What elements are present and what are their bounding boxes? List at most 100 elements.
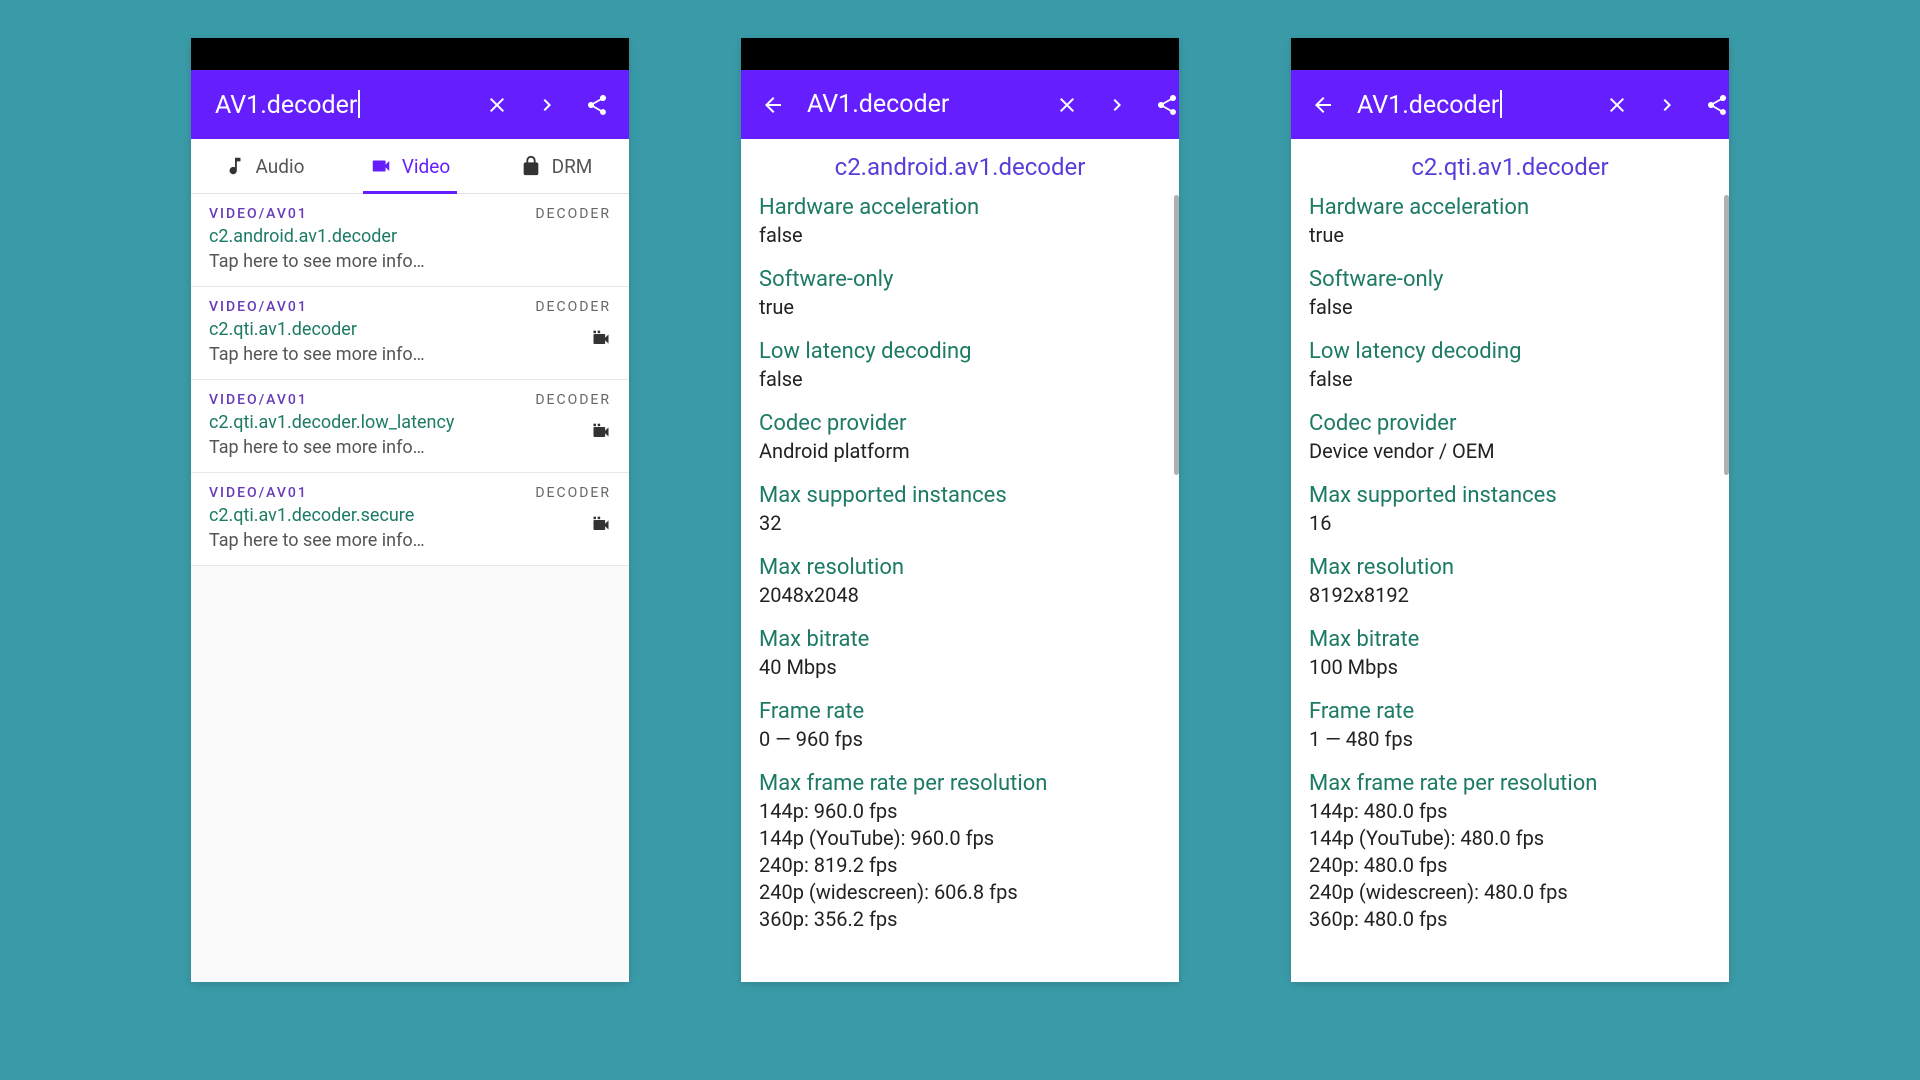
- search-input[interactable]: AV1.decoder: [203, 90, 467, 120]
- property-row: Codec providerDevice vendor / OEM: [1309, 411, 1711, 465]
- share-icon[interactable]: [1147, 85, 1179, 125]
- property-key: Max frame rate per resolution: [1309, 771, 1711, 796]
- property-row: Hardware accelerationfalse: [759, 195, 1161, 249]
- property-list[interactable]: Hardware accelerationfalseSoftware-onlyt…: [741, 195, 1179, 951]
- property-key: Low latency decoding: [1309, 339, 1711, 364]
- back-icon[interactable]: [1303, 85, 1343, 125]
- share-icon[interactable]: [1697, 85, 1729, 125]
- property-value: 40 Mbps: [759, 654, 1161, 681]
- app-bar: AV1.decoder: [741, 70, 1179, 139]
- property-key: Max resolution: [759, 555, 1161, 580]
- property-value: Android platform: [759, 438, 1161, 465]
- property-key: Codec provider: [1309, 411, 1711, 436]
- music-note-icon: [224, 155, 246, 177]
- property-key: Low latency decoding: [759, 339, 1161, 364]
- property-value: 1 — 480 fps: [1309, 726, 1711, 753]
- property-row: Frame rate1 — 480 fps: [1309, 699, 1711, 753]
- clear-icon[interactable]: [1047, 85, 1087, 125]
- property-row: Max supported instances32: [759, 483, 1161, 537]
- property-value: 144p: 960.0 fps 144p (YouTube): 960.0 fp…: [759, 798, 1161, 933]
- codec-badge: DECODER: [535, 206, 611, 222]
- codec-row[interactable]: VIDEO/AV01DECODERc2.qti.av1.decoderTap h…: [191, 287, 629, 380]
- scrollbar-thumb[interactable]: [1724, 195, 1729, 475]
- property-key: Max frame rate per resolution: [759, 771, 1161, 796]
- property-key: Max supported instances: [759, 483, 1161, 508]
- videocam-icon: [370, 155, 392, 177]
- tab-audio[interactable]: Audio: [191, 139, 337, 193]
- tab-audio-label: Audio: [256, 155, 305, 178]
- back-icon[interactable]: [753, 85, 793, 125]
- codec-name: c2.qti.av1.decoder: [209, 319, 611, 340]
- property-list[interactable]: Hardware accelerationtrueSoftware-onlyfa…: [1291, 195, 1729, 951]
- codec-name: c2.android.av1.decoder: [209, 226, 611, 247]
- property-value: true: [1309, 222, 1711, 249]
- property-value: 16: [1309, 510, 1711, 537]
- property-row: Software-onlytrue: [759, 267, 1161, 321]
- codec-name: c2.qti.av1.decoder.secure: [209, 505, 611, 526]
- property-row: Hardware accelerationtrue: [1309, 195, 1711, 249]
- property-row: Frame rate0 — 960 fps: [759, 699, 1161, 753]
- property-key: Software-only: [759, 267, 1161, 292]
- property-value: true: [759, 294, 1161, 321]
- hardware-icon: [591, 422, 611, 442]
- property-row: Max frame rate per resolution144p: 480.0…: [1309, 771, 1711, 933]
- phone-detail-qti: AV1.decoder c2.qti.av1.decoder Hardware …: [1291, 38, 1729, 982]
- status-bar: [1291, 38, 1729, 70]
- codec-row[interactable]: VIDEO/AV01DECODERc2.qti.av1.decoder.secu…: [191, 473, 629, 566]
- property-row: Max bitrate100 Mbps: [1309, 627, 1711, 681]
- codec-title: c2.android.av1.decoder: [741, 139, 1179, 195]
- property-key: Codec provider: [759, 411, 1161, 436]
- property-row: Max resolution2048x2048: [759, 555, 1161, 609]
- property-value: false: [759, 222, 1161, 249]
- codec-list[interactable]: VIDEO/AV01DECODERc2.android.av1.decoderT…: [191, 194, 629, 982]
- property-key: Max bitrate: [1309, 627, 1711, 652]
- property-key: Frame rate: [1309, 699, 1711, 724]
- property-row: Low latency decodingfalse: [759, 339, 1161, 393]
- share-icon[interactable]: [577, 85, 617, 125]
- hardware-icon: [591, 515, 611, 535]
- property-key: Software-only: [1309, 267, 1711, 292]
- tab-video-label: Video: [402, 155, 450, 178]
- clear-icon[interactable]: [477, 85, 517, 125]
- tab-drm-label: DRM: [552, 155, 593, 178]
- property-value: 32: [759, 510, 1161, 537]
- next-result-icon[interactable]: [527, 85, 567, 125]
- property-value: 0 — 960 fps: [759, 726, 1161, 753]
- codec-badge: DECODER: [535, 392, 611, 408]
- property-row: Max bitrate40 Mbps: [759, 627, 1161, 681]
- search-input[interactable]: AV1.decoder: [1353, 90, 1587, 120]
- codec-row[interactable]: VIDEO/AV01DECODERc2.qti.av1.decoder.low_…: [191, 380, 629, 473]
- property-value: Device vendor / OEM: [1309, 438, 1711, 465]
- property-value: false: [759, 366, 1161, 393]
- codec-badge: DECODER: [535, 299, 611, 315]
- codec-row[interactable]: VIDEO/AV01DECODERc2.android.av1.decoderT…: [191, 194, 629, 287]
- next-result-icon[interactable]: [1097, 85, 1137, 125]
- codec-badge: DECODER: [535, 485, 611, 501]
- phone-detail-android: AV1.decoder c2.android.av1.decoder Hardw…: [741, 38, 1179, 982]
- property-value: false: [1309, 366, 1711, 393]
- hardware-icon: [591, 329, 611, 349]
- codec-hint: Tap here to see more info…: [209, 530, 611, 551]
- property-row: Low latency decodingfalse: [1309, 339, 1711, 393]
- app-bar: AV1.decoder: [1291, 70, 1729, 139]
- next-result-icon[interactable]: [1647, 85, 1687, 125]
- tab-bar: Audio Video DRM: [191, 139, 629, 194]
- property-value: 100 Mbps: [1309, 654, 1711, 681]
- property-key: Hardware acceleration: [759, 195, 1161, 220]
- property-key: Max supported instances: [1309, 483, 1711, 508]
- search-input[interactable]: AV1.decoder: [803, 90, 1037, 119]
- property-value: false: [1309, 294, 1711, 321]
- scrollbar-thumb[interactable]: [1174, 195, 1179, 475]
- property-value: 8192x8192: [1309, 582, 1711, 609]
- codec-name: c2.qti.av1.decoder.low_latency: [209, 412, 611, 433]
- tab-video[interactable]: Video: [337, 139, 483, 193]
- codec-hint: Tap here to see more info…: [209, 344, 611, 365]
- codec-hint: Tap here to see more info…: [209, 437, 611, 458]
- property-value: 144p: 480.0 fps 144p (YouTube): 480.0 fp…: [1309, 798, 1711, 933]
- clear-icon[interactable]: [1597, 85, 1637, 125]
- property-row: Codec providerAndroid platform: [759, 411, 1161, 465]
- lock-icon: [520, 155, 542, 177]
- property-key: Hardware acceleration: [1309, 195, 1711, 220]
- tab-drm[interactable]: DRM: [483, 139, 629, 193]
- app-bar: AV1.decoder: [191, 70, 629, 139]
